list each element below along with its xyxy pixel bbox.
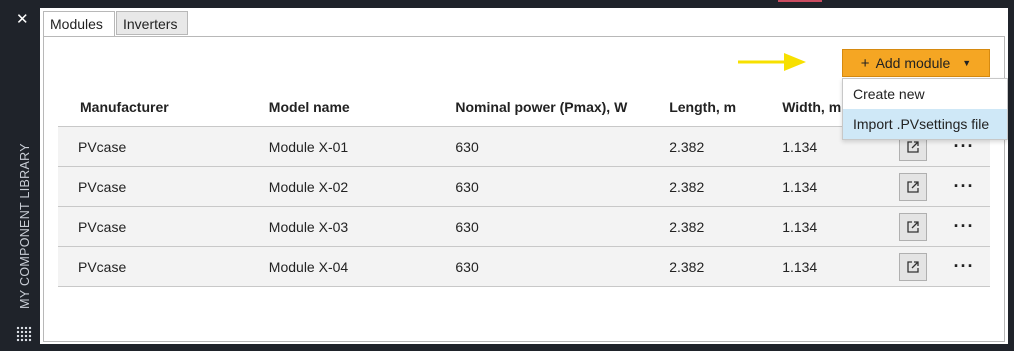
cell-model: Module X-03 <box>268 206 456 247</box>
sidebar-title-text: MY COMPONENT LIBRARY <box>18 143 32 309</box>
cell-open <box>883 206 942 247</box>
library-panel: Modules Inverters + Add module ▼ Create … <box>40 8 1008 344</box>
cell-manufacturer: PVcase <box>58 126 269 167</box>
cell-length: 2.382 <box>669 206 783 247</box>
cell-length: 2.382 <box>669 166 783 207</box>
cell-model: Module X-04 <box>268 246 456 287</box>
app-frame: ✕ MY COMPONENT LIBRARY Modules Inverters… <box>0 0 1014 351</box>
tab-modules[interactable]: Modules <box>43 11 115 38</box>
add-module-label: Add module <box>875 55 951 71</box>
tab-inverters[interactable]: Inverters <box>116 11 188 35</box>
more-options-icon[interactable]: ··· <box>954 256 975 276</box>
plus-icon: + <box>860 54 870 72</box>
cell-power: 630 <box>455 166 670 207</box>
open-external-icon[interactable] <box>899 252 928 281</box>
header-model-name[interactable]: Model name <box>268 88 456 127</box>
cell-more: ··· <box>941 246 990 287</box>
cell-width: 1.134 <box>782 246 884 287</box>
top-bar <box>40 0 1014 8</box>
top-accent <box>778 0 822 2</box>
cell-more: ··· <box>941 206 990 247</box>
cell-width: 1.134 <box>782 166 884 207</box>
header-length[interactable]: Length, m <box>669 88 783 127</box>
cell-manufacturer: PVcase <box>58 246 269 287</box>
add-module-button[interactable]: + Add module ▼ <box>842 49 990 77</box>
cell-model: Module X-01 <box>268 126 456 167</box>
header-manufacturer[interactable]: Manufacturer <box>58 88 269 127</box>
cell-length: 2.382 <box>669 126 783 167</box>
cell-open <box>883 246 942 287</box>
table-row[interactable]: PVcase Module X-02 630 2.382 1.134 ··· <box>58 166 990 207</box>
header-nominal-power[interactable]: Nominal power (Pmax), W <box>455 88 670 127</box>
more-options-icon[interactable]: ··· <box>954 216 975 236</box>
drag-handle-icon[interactable] <box>16 326 32 342</box>
chevron-down-icon: ▼ <box>962 58 972 68</box>
cell-open <box>883 166 942 207</box>
arrow-right-icon <box>738 53 806 71</box>
sidebar-title: MY COMPONENT LIBRARY <box>8 141 40 321</box>
cell-power: 630 <box>455 246 670 287</box>
add-module-menu: Create new Import .PVsettings file <box>842 78 1008 140</box>
menu-item-create-new[interactable]: Create new <box>843 79 1007 109</box>
cell-model: Module X-02 <box>268 166 456 207</box>
cell-width: 1.134 <box>782 206 884 247</box>
open-external-icon[interactable] <box>899 212 928 241</box>
open-external-icon[interactable] <box>899 172 928 201</box>
sidebar: ✕ MY COMPONENT LIBRARY <box>8 6 40 346</box>
cell-length: 2.382 <box>669 246 783 287</box>
menu-item-import-pvsettings[interactable]: Import .PVsettings file <box>843 109 1007 139</box>
close-icon[interactable]: ✕ <box>16 10 29 28</box>
cell-manufacturer: PVcase <box>58 206 269 247</box>
cell-power: 630 <box>455 126 670 167</box>
more-options-icon[interactable]: ··· <box>954 176 975 196</box>
cell-manufacturer: PVcase <box>58 166 269 207</box>
cell-more: ··· <box>941 166 990 207</box>
cell-power: 630 <box>455 206 670 247</box>
table-row[interactable]: PVcase Module X-03 630 2.382 1.134 ··· <box>58 206 990 247</box>
table-row[interactable]: PVcase Module X-04 630 2.382 1.134 ··· <box>58 246 990 287</box>
